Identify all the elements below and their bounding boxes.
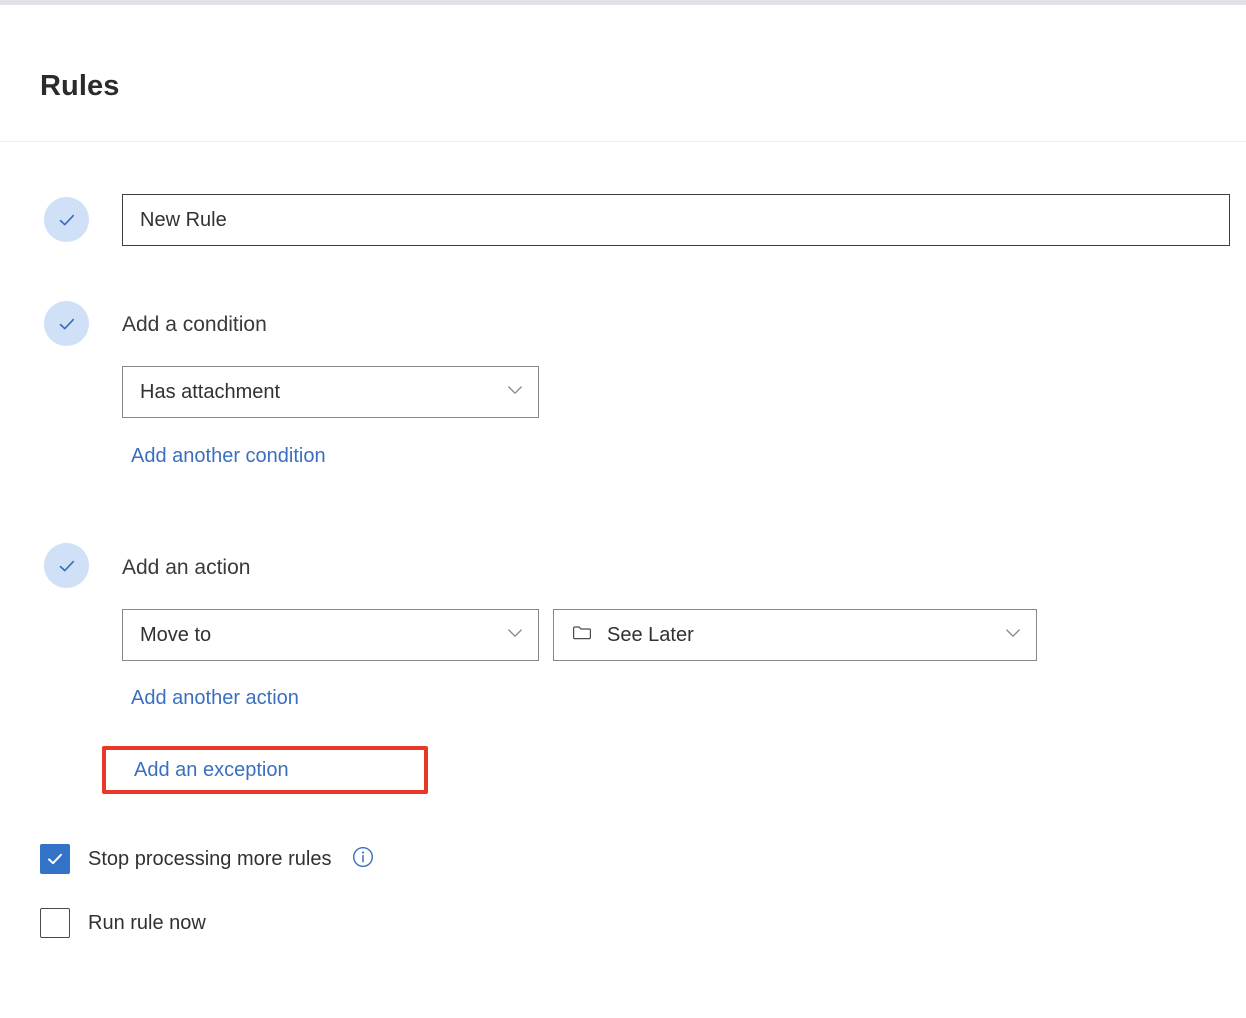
condition-select[interactable]: Has attachment — [122, 366, 539, 418]
top-chrome-strip — [0, 0, 1246, 5]
step-complete-indicator-name — [44, 197, 89, 242]
stop-processing-label: Stop processing more rules — [88, 848, 332, 870]
add-another-condition-link[interactable]: Add another condition — [131, 443, 326, 469]
add-another-action-link[interactable]: Add another action — [131, 685, 299, 711]
stop-processing-row[interactable]: Stop processing more rules — [40, 844, 375, 874]
chevron-down-icon — [504, 379, 526, 406]
action-select-value: Move to — [140, 624, 212, 646]
step-complete-indicator-condition — [44, 301, 89, 346]
run-rule-now-row[interactable]: Run rule now — [40, 908, 206, 938]
add-condition-label: Add a condition — [122, 313, 267, 336]
action-select[interactable]: Move to — [122, 609, 539, 661]
header-divider — [0, 141, 1246, 142]
condition-select-value: Has attachment — [140, 381, 281, 403]
run-rule-now-checkbox[interactable] — [40, 908, 70, 938]
check-icon — [56, 313, 78, 335]
run-rule-now-label: Run rule now — [88, 912, 206, 934]
check-icon — [56, 209, 78, 231]
add-exception-link[interactable]: Add an exception — [134, 757, 289, 783]
action-folder-select[interactable]: See Later — [553, 609, 1037, 661]
page-title: Rules — [40, 70, 120, 102]
add-action-label: Add an action — [122, 556, 251, 579]
stop-processing-checkbox[interactable] — [40, 844, 70, 874]
step-complete-indicator-action — [44, 543, 89, 588]
chevron-down-icon — [1002, 622, 1024, 649]
folder-icon — [571, 622, 593, 649]
chevron-down-icon — [504, 622, 526, 649]
info-icon[interactable] — [351, 845, 375, 874]
action-folder-value: See Later — [607, 624, 694, 646]
check-icon — [56, 555, 78, 577]
rule-name-input[interactable] — [122, 194, 1230, 246]
